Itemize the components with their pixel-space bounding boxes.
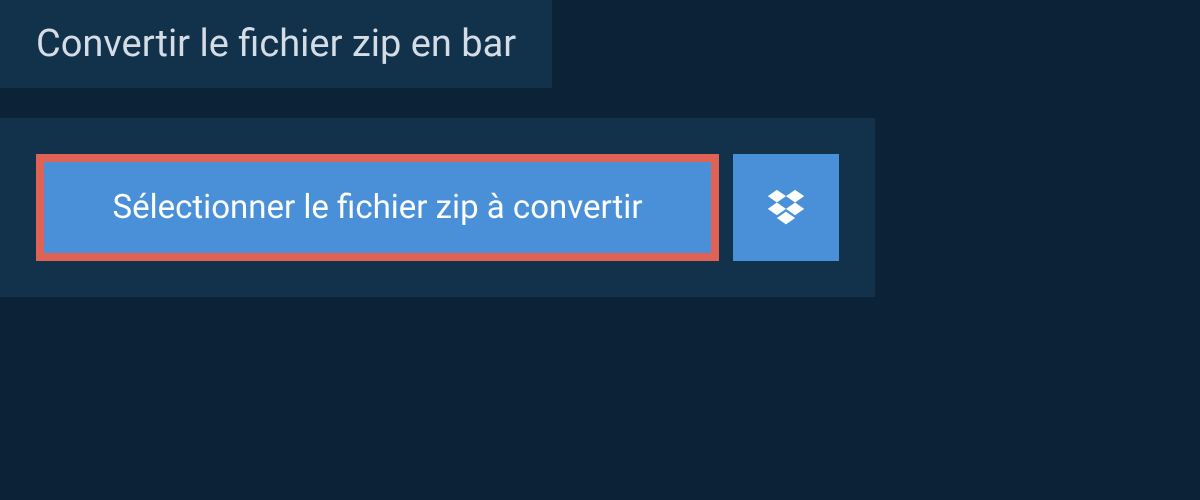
- header-tab: Convertir le fichier zip en bar: [0, 0, 552, 88]
- dropbox-icon: [764, 188, 808, 228]
- select-file-button[interactable]: Sélectionner le fichier zip à convertir: [36, 154, 719, 261]
- page-title: Convertir le fichier zip en bar: [36, 22, 516, 66]
- dropbox-button[interactable]: [733, 154, 839, 261]
- upload-panel: Sélectionner le fichier zip à convertir: [0, 118, 875, 297]
- select-file-label: Sélectionner le fichier zip à convertir: [112, 188, 642, 227]
